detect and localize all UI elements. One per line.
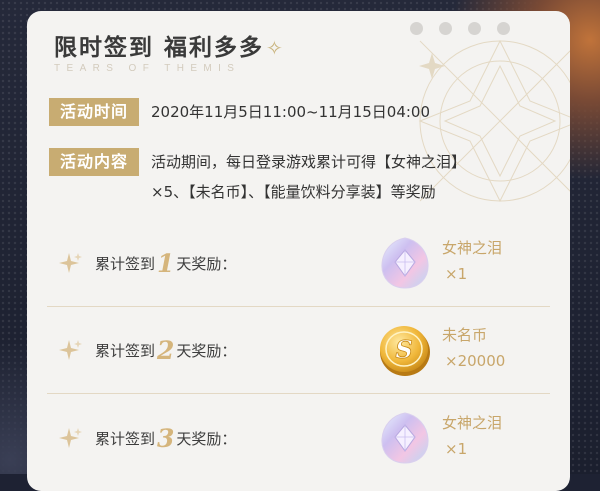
- crystal-icon: [381, 412, 429, 464]
- reward-day-number: 1: [157, 248, 175, 278]
- carousel-dots: [410, 22, 510, 35]
- reward-suffix: 天奖励：: [176, 341, 237, 360]
- reward-row-day-3: 累计签到 3 天奖励： 女神之泪 ×1: [47, 395, 550, 481]
- crystal-icon: [381, 237, 429, 289]
- reward-item-quantity: ×20000: [445, 352, 506, 370]
- reward-day-number: 3: [157, 423, 175, 453]
- reward-day-number: 2: [157, 335, 175, 365]
- event-card: 限时签到 福利多多 ✧ TEARS OF THEMIS 活动时间 2020年11月…: [27, 11, 570, 491]
- sparkle-icon: [59, 253, 82, 273]
- sparkle-icon: [59, 340, 82, 360]
- dot-indicator[interactable]: [497, 22, 510, 35]
- activity-content-text: 活动期间，每日登录游戏累计可得【女神之泪】 ×5、【未名币】、【能量饮料分享装】…: [151, 147, 466, 207]
- reward-row-day-2: 累计签到 2 天奖励： S 未名币 ×20000: [47, 307, 550, 394]
- reward-suffix: 天奖励：: [176, 429, 237, 448]
- reward-item-quantity: ×1: [445, 440, 468, 458]
- coin-icon: S: [380, 326, 430, 376]
- reward-prefix: 累计签到: [95, 429, 156, 448]
- sparkle-icon: ✧: [266, 36, 285, 60]
- dot-indicator[interactable]: [410, 22, 423, 35]
- dot-indicator[interactable]: [468, 22, 481, 35]
- reward-prefix: 累计签到: [95, 341, 156, 360]
- reward-label: 累计签到 3 天奖励：: [95, 395, 236, 481]
- activity-content-label: 活动内容: [49, 148, 139, 176]
- title-text: 限时签到 福利多多: [54, 35, 265, 61]
- activity-content-line2: ×5、【未名币】、【能量饮料分享装】等奖励: [151, 183, 436, 201]
- reward-label: 累计签到 2 天奖励：: [95, 307, 236, 393]
- activity-content-line1: 活动期间，每日登录游戏累计可得【女神之泪】: [151, 153, 467, 171]
- reward-prefix: 累计签到: [95, 254, 156, 273]
- reward-suffix: 天奖励：: [176, 254, 237, 273]
- activity-time-label: 活动时间: [49, 98, 139, 126]
- svg-text:S: S: [395, 335, 412, 364]
- reward-item-name: 女神之泪: [442, 239, 503, 257]
- page-subtitle: TEARS OF THEMIS: [54, 63, 241, 74]
- page-title: 限时签到 福利多多 ✧: [54, 28, 285, 62]
- sparkle-icon: [59, 428, 82, 448]
- activity-time-value: 2020年11月5日11:00~11月15日04:00: [151, 103, 431, 121]
- reward-item-name: 女神之泪: [442, 414, 503, 432]
- reward-item-name: 未名币: [442, 326, 488, 344]
- reward-row-day-1: 累计签到 1 天奖励： 女神之泪 ×1: [47, 220, 550, 307]
- reward-label: 累计签到 1 天奖励：: [95, 220, 236, 306]
- reward-item-quantity: ×1: [445, 265, 468, 283]
- dot-indicator[interactable]: [439, 22, 452, 35]
